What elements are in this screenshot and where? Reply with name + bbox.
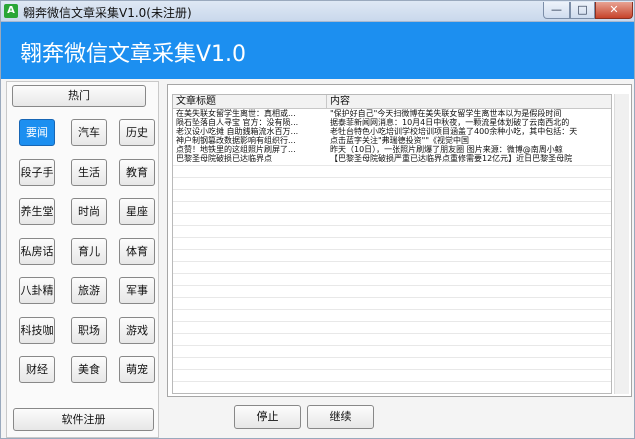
app-header: 翱奔微信文章采集V1.0 [1,22,634,79]
empty-row-line [173,177,611,178]
row-title-cell: 在美失联女留学生离世：真相或... [176,109,296,118]
maximize-icon: □ [577,3,588,16]
category-button[interactable]: 八卦精 [19,277,55,304]
row-content-cell: 【巴黎圣母院破损严重已达临界点重修需要12亿元】近日巴黎圣母院 [330,154,573,163]
empty-row-line [173,321,611,322]
table-row[interactable]: 陨石坠落自人寻宝 官方：没有陨... 据泰菲新闻网消息：10月4日中秋夜，一颗流星… [173,118,611,127]
close-icon: ✕ [609,3,619,16]
row-title-cell: 老汉设小吃摊 自助銭箱流水百万... [176,127,299,136]
table-row[interactable]: 在美失联女留学生离世：真相或... "保护好自己"今天扫微博在美失联女留学生离世本… [173,109,611,118]
title-bar[interactable]: A 翱奔微信文章采集V1.0(未注册) — □ ✕ [1,1,634,22]
header-title: 翱奔微信文章采集V1.0 [20,42,247,67]
row-content-cell: 点击蓝字关注"弗瑞德投资""《视觉中国 [330,136,470,145]
empty-row-line [173,357,611,358]
category-button[interactable]: 时尚 [71,198,107,225]
row-title-cell: 神户制钢篡改数据影响有组织行... [176,136,296,145]
category-button[interactable]: 美食 [71,356,107,383]
row-content-cell: 昨天（10日），一张照片刷爆了朋友圈 图片来源：微博@南周小鲸 [330,145,563,154]
category-button[interactable]: 职场 [71,317,107,344]
empty-row-line [173,261,611,262]
software-register-button[interactable]: 软件注册 [13,408,154,431]
empty-row-line [173,165,611,166]
window-title: 翱奔微信文章采集V1.0(未注册) [23,6,192,20]
category-button[interactable]: 财经 [19,356,55,383]
row-content-cell: 老牡台特色小吃培训学校培训项目涵盖了400余种小吃，其中包括：天 [330,127,578,136]
app-window: A 翱奔微信文章采集V1.0(未注册) — □ ✕ 翱奔微信文章采集V1.0 热… [0,0,635,439]
empty-row-line [173,297,611,298]
empty-row-line [173,189,611,190]
close-button[interactable]: ✕ [595,2,633,19]
category-button[interactable]: 星座 [119,198,155,225]
empty-row-line [173,273,611,274]
empty-row-line [173,201,611,202]
table-rows: 在美失联女留学生离世：真相或... "保护好自己"今天扫微博在美失联女留学生离世本… [173,109,611,163]
empty-row-line [173,369,611,370]
maximize-button[interactable]: □ [570,2,595,19]
table-row[interactable]: 老汉设小吃摊 自助銭箱流水百万... 老牡台特色小吃培训学校培训项目涵盖了400余… [173,127,611,136]
minimize-icon: — [551,3,562,16]
table-row[interactable]: 点赞！地铁里的这组照片刷屏了... 昨天（10日），一张照片刷爆了朋友圈 图片来源… [173,145,611,154]
category-button[interactable]: 军事 [119,277,155,304]
category-button[interactable]: 体育 [119,238,155,265]
category-button[interactable]: 育儿 [71,238,107,265]
vertical-scrollbar[interactable] [614,94,629,394]
empty-row-line [173,249,611,250]
category-button[interactable]: 教育 [119,159,155,186]
category-button[interactable]: 生活 [71,159,107,186]
category-button[interactable]: 段子手 [19,159,55,186]
minimize-button[interactable]: — [543,2,570,19]
hot-button[interactable]: 热门 [12,85,146,107]
article-panel: 文章标题 内容 在美失联女留学生离世：真相或... "保护好自己"今天扫微博在美失… [167,84,632,397]
category-button[interactable]: 游戏 [119,317,155,344]
table-row[interactable]: 巴黎圣母院破损已达临界点 【巴黎圣母院破损严重已达临界点重修需要12亿元】近日巴黎… [173,154,611,163]
row-content-cell: 据泰菲新闻网消息：10月4日中秋夜，一颗流星体划破了云南西北的 [330,118,570,127]
stop-button[interactable]: 停止 [234,405,301,429]
category-button[interactable]: 科技咖 [19,317,55,344]
category-button[interactable]: 汽车 [71,119,107,146]
table-row[interactable]: 神户制钢篡改数据影响有组织行... 点击蓝字关注"弗瑞德投资""《视觉中国 [173,136,611,145]
empty-row-line [173,381,611,382]
empty-row-line [173,225,611,226]
category-button[interactable]: 旅游 [71,277,107,304]
app-icon: A [4,4,18,18]
continue-button[interactable]: 继续 [307,405,374,429]
category-button[interactable]: 养生堂 [19,198,55,225]
empty-row-line [173,333,611,334]
category-button[interactable]: 要闻 [19,119,55,146]
row-title-cell: 点赞！地铁里的这组照片刷屏了... [176,145,296,154]
column-header-title[interactable]: 文章标题 [173,95,327,109]
empty-row-line [173,309,611,310]
row-title-cell: 陨石坠落自人寻宝 官方：没有陨... [176,118,299,127]
row-content-cell: "保护好自己"今天扫微博在美失联女留学生离世本以为是假段时间 [330,109,562,118]
empty-row-line [173,237,611,238]
article-table[interactable]: 文章标题 内容 在美失联女留学生离世：真相或... "保护好自己"今天扫微博在美失… [172,94,612,394]
category-button[interactable]: 萌宠 [119,356,155,383]
empty-row-line [173,285,611,286]
empty-row-line [173,213,611,214]
row-title-cell: 巴黎圣母院破损已达临界点 [176,154,272,163]
category-button[interactable]: 历史 [119,119,155,146]
empty-row-line [173,345,611,346]
column-header-content[interactable]: 内容 [327,95,611,109]
category-button[interactable]: 私房话 [19,238,55,265]
